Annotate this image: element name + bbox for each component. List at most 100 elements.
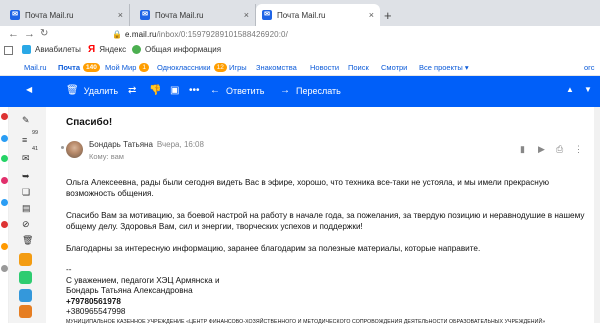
inbox-icon[interactable]: ✉ — [22, 153, 30, 164]
archive-button[interactable]: ▣ — [170, 85, 179, 96]
body-paragraph: Ольга Алексеевна, рады были сегодня виде… — [66, 178, 550, 198]
portal-nav-odnoklassniki[interactable]: Одноклассники 12 — [157, 63, 227, 72]
trash-folder-icon[interactable]: 🗑 — [22, 235, 33, 246]
spam-folder-icon[interactable]: ⊘ — [22, 219, 30, 230]
browser-tab-1[interactable]: ✉ Почта Mail.ru × — [4, 4, 130, 26]
signature-name: Бондарь Татьяна Александровна — [66, 286, 193, 295]
move-folder-icon: ⇄ — [128, 85, 137, 96]
sender-avatar — [66, 141, 83, 158]
bookmark-general-info[interactable]: Общая информация — [132, 45, 221, 54]
portal-nav-novosti[interactable]: Новости — [310, 63, 339, 72]
mail-favicon-icon: ✉ — [140, 10, 150, 20]
nav-label: Одноклассники — [157, 63, 211, 72]
next-message-icon[interactable]: ▼ — [584, 85, 592, 94]
apps-grid-icon[interactable] — [4, 46, 13, 55]
tab-title: Почта Mail.ru — [25, 10, 74, 20]
read-status-dot[interactable] — [61, 146, 64, 149]
back-arrow-icon[interactable]: ← — [8, 28, 19, 40]
previous-message-icon[interactable]: ▲ — [566, 85, 574, 94]
contacts-app-icon[interactable] — [19, 271, 32, 284]
video-call-icon[interactable]: ▶ — [538, 144, 545, 155]
browser-tab-2[interactable]: ✉ Почта Mail.ru × — [134, 4, 256, 26]
side-app-icon[interactable] — [1, 243, 8, 250]
side-app-icon[interactable] — [1, 155, 8, 162]
new-tab-button[interactable]: + — [384, 8, 392, 23]
cloud-app-icon[interactable] — [19, 289, 32, 302]
reply-button[interactable]: ← Ответить — [210, 85, 264, 96]
yandex-logo-icon: Я — [88, 44, 96, 55]
signature-organization: МУНИЦИПАЛЬНОЕ КАЗЕННОЕ УЧРЕЖДЕНИЕ «ЦЕНТР… — [66, 318, 546, 325]
bookmark-aviabilety[interactable]: Авиабилеты — [22, 45, 81, 54]
more-options-icon[interactable]: ⋮ — [574, 144, 583, 155]
signature-phone[interactable]: +79780561978 — [66, 297, 596, 308]
message-body: Ольга Алексеевна, рады были сегодня виде… — [66, 177, 596, 326]
side-app-icon[interactable] — [1, 265, 8, 272]
portal-nav-smotri[interactable]: Смотри — [381, 63, 407, 72]
reply-arrow-icon: ← — [210, 85, 220, 96]
portal-nav-igry[interactable]: Игры — [229, 63, 247, 72]
calendar-app-icon[interactable] — [19, 253, 32, 266]
send-icon[interactable]: ➥ — [22, 171, 30, 182]
portal-nav-pochta[interactable]: Почта 140 — [58, 63, 100, 72]
plane-icon — [22, 45, 31, 54]
page-scrollbar[interactable] — [594, 107, 600, 323]
portal-nav-poisk[interactable]: Поиск — [348, 63, 369, 72]
side-app-icon[interactable] — [1, 135, 8, 142]
message-header: Бондарь Татьяна Вчера, 16:08 — [89, 140, 204, 149]
forward-arrow-icon: → — [280, 85, 290, 96]
more-dots-icon: ••• — [189, 85, 200, 96]
sender-name[interactable]: Бондарь Татьяна — [89, 140, 153, 149]
side-app-icon[interactable] — [1, 113, 8, 120]
close-tab-icon[interactable]: × — [244, 10, 249, 20]
bookmark-icon[interactable]: ▮ — [520, 144, 525, 155]
delete-label: Удалить — [83, 85, 119, 96]
close-tab-icon[interactable]: × — [118, 10, 123, 20]
side-app-icon[interactable] — [1, 221, 8, 228]
portal-nav-mailru[interactable]: Mail.ru — [24, 63, 47, 72]
mail-toolbar: ◀ 🗑 Удалить ⇄ 👎 ▣ ••• ← Ответить → Перес… — [0, 76, 600, 107]
spam-button[interactable]: 👎 — [149, 85, 161, 96]
more-actions-button[interactable]: ••• — [189, 85, 200, 96]
side-app-icon[interactable] — [1, 177, 8, 184]
url-field[interactable]: e.mail.ru/inbox/0:15979289101588426920:0… — [125, 30, 288, 39]
forward-button[interactable]: → Переслать — [280, 85, 341, 96]
side-app-icon[interactable] — [1, 199, 8, 206]
tab-title: Почта Mail.ru — [155, 10, 204, 20]
recipients[interactable]: Кому: вам — [89, 152, 124, 161]
bookmarks-bar: Авиабилеты Я Яндекс Общая информация — [0, 44, 600, 58]
signature-phone[interactable]: +380965547998 — [66, 307, 596, 318]
notification-badge: 1 — [139, 63, 150, 72]
print-icon[interactable]: ⎙ — [556, 144, 563, 155]
message-subject: Спасибо! — [66, 117, 113, 128]
close-tab-icon[interactable]: × — [369, 10, 374, 20]
portal-nav-all-projects[interactable]: Все проекты ▾ — [419, 63, 469, 72]
bookmark-yandex[interactable]: Я Яндекс — [88, 44, 126, 55]
archive-folder-icon[interactable]: ▤ — [22, 203, 31, 214]
browser-tab-strip: ✉ Почта Mail.ru × ✉ Почта Mail.ru × ✉ По… — [0, 0, 600, 26]
delete-button[interactable]: 🗑 Удалить — [66, 85, 118, 96]
message-view: Спасибо! Бондарь Татьяна Вчера, 16:08 Ком… — [46, 107, 600, 326]
forward-arrow-icon[interactable]: → — [24, 28, 35, 40]
reload-icon[interactable]: ↻ — [40, 28, 48, 39]
mail-sidebar: ✎ 99 ≡ 41 ✉ ➥ ❏ ▤ ⊘ 🗑 — [9, 107, 46, 323]
bookmark-label: Общая информация — [145, 45, 222, 54]
folder-count: 99 — [32, 130, 39, 136]
browser-tab-active[interactable]: ✉ Почта Mail.ru × — [256, 4, 380, 26]
portal-nav-moy-mir[interactable]: Мой Мир 1 — [105, 63, 150, 72]
portal-nav-znakomstva[interactable]: Знакомства — [256, 63, 297, 72]
drafts-icon[interactable]: ❏ — [22, 187, 30, 198]
portal-nav-user[interactable]: огс — [584, 63, 595, 72]
compose-pencil-icon[interactable]: ✎ — [22, 115, 30, 126]
notification-badge: 12 — [213, 63, 227, 72]
mail-favicon-icon: ✉ — [10, 10, 20, 20]
address-bar-row: ← → ↻ 🔒 e.mail.ru/inbox/0:15979289101588… — [0, 26, 600, 44]
browser-side-panel — [0, 107, 9, 323]
signature-dashes: -- — [66, 265, 72, 274]
notes-app-icon[interactable] — [19, 305, 32, 318]
move-to-folder-button[interactable]: ⇄ — [128, 85, 136, 96]
folder-count: 41 — [32, 146, 39, 152]
collapse-left-icon[interactable]: ◀ — [26, 85, 32, 94]
list-icon[interactable]: ≡ — [22, 135, 27, 145]
mail-favicon-icon: ✉ — [262, 10, 272, 20]
url-host: e.mail.ru — [125, 30, 157, 39]
